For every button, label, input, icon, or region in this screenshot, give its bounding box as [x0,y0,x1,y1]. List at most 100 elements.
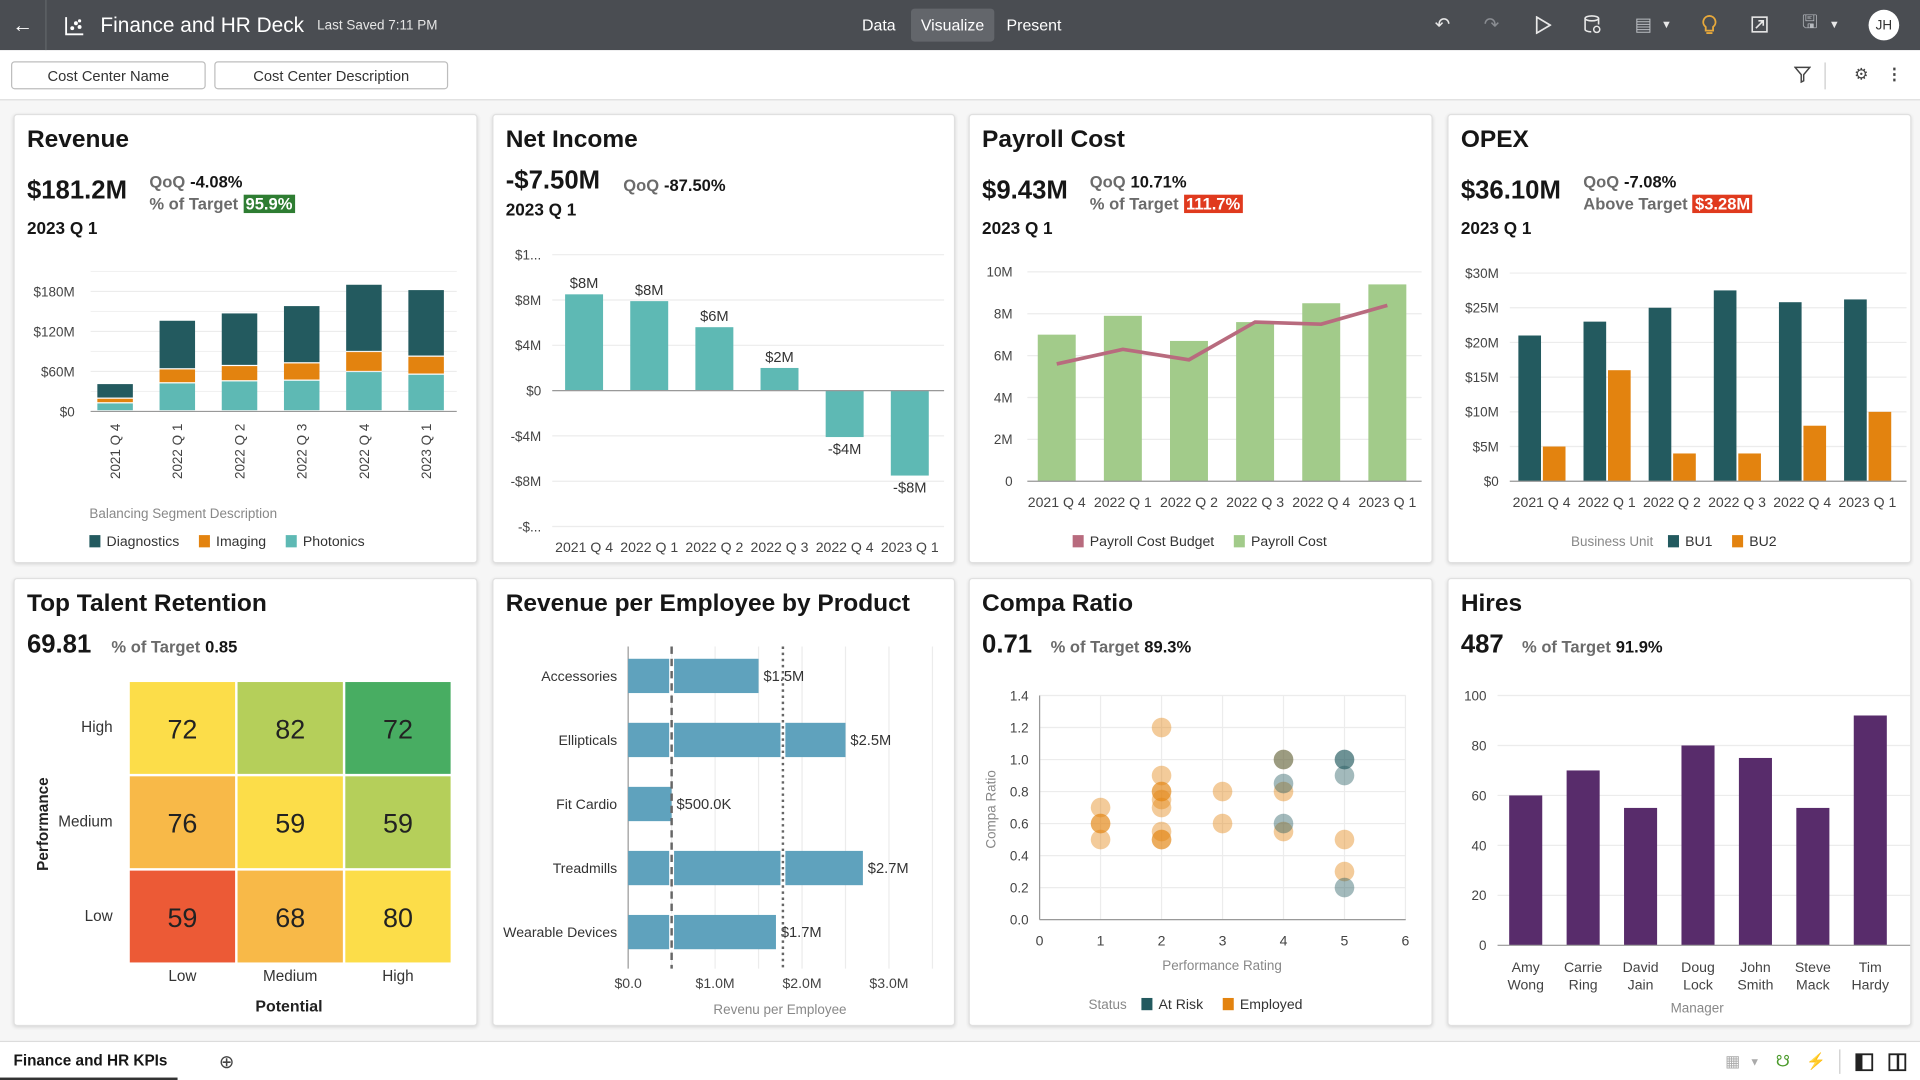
bar [1624,807,1658,946]
right-panel-icon[interactable] [1887,1052,1907,1072]
y-tick-label: $10M [1465,405,1499,420]
save-icon[interactable]: 🖫 [1798,12,1822,36]
compa-ratio-scatter[interactable]: 0 1 2 3 4 5 6 0.0 0.2 0.4 0.6 0.8 1.0 1.2 1.4 Performan… [970,579,1433,1026]
lightbulb-icon[interactable] [1697,12,1721,36]
scatter-point [1334,765,1355,786]
compa-ratio-card[interactable]: Compa Ratio 0.71 % of Target 89.3% 012345… [968,577,1433,1027]
cell-value: 59 [167,903,197,933]
cell-value: 80 [383,903,413,933]
y-tick-label: $20M [1465,335,1499,350]
x-tick-label: 4 [1280,932,1288,948]
y-tick-label: 10M [986,265,1012,280]
y-tick-label: 1.2 [1010,720,1029,735]
x-tick-label: $0.0 [614,975,642,991]
scatter-point [1151,829,1172,850]
net-income-chart[interactable]: $1... $8M $4M $0 -$4M -$8M -$... $8M 2021 Q 4 $8M… [493,115,955,563]
bar-segment [97,384,133,398]
x-category-label: Medium [263,968,317,985]
bar-segment [159,383,196,411]
y-tick-label: -$8M [511,474,542,489]
legend-item: Payroll Cost [1251,533,1327,549]
y-category-label: Medium [58,814,112,831]
add-canvas-icon[interactable]: ⊕ [217,1052,237,1073]
play-icon[interactable] [1531,12,1555,36]
tab-data[interactable]: Data [852,9,905,42]
revenue-per-employee-card[interactable]: Revenue per Employee by Product $1.5M Acc… [492,577,956,1027]
y-tick-label: 0.4 [1010,848,1029,863]
opex-card[interactable]: OPEX $36.10M QoQ -7.08% Above Target $3.28… [1447,113,1912,564]
left-panel-icon[interactable] [1854,1052,1874,1072]
y-tick-label: $4M [515,338,541,353]
last-saved-status: Last Saved 7:11 PM [317,17,438,33]
redo-icon[interactable]: ↷ [1479,12,1503,36]
hires-card[interactable]: Hires 487 % of Target 91.9% 0 20 40 60 80 100 A… [1447,577,1912,1027]
y-tick-label: $1... [515,248,541,263]
revenue-per-employee-chart[interactable]: $1.5MAccessories$2.5MEllipticals$500.0KF… [493,579,955,1026]
layout-grid-icon[interactable]: ▦ [1723,1052,1743,1072]
retention-heatmap[interactable]: 72 82 72 76 59 59 59 68 80 High Medium Low Low Medium… [15,579,478,1026]
x-tick-label: 2023 Q 1 [419,424,434,479]
cell-value: 68 [275,903,305,933]
y-tick-label: 8M [994,307,1013,322]
export-icon[interactable] [1747,12,1771,36]
filter-cost-center-name[interactable]: Cost Center Name [11,61,206,90]
chevron-down-icon[interactable]: ▼ [1745,1052,1765,1072]
filter-icon[interactable] [1793,65,1813,85]
category-label: Wearable Devices [503,924,617,940]
brush-icon[interactable]: ☋ [1773,1052,1793,1072]
opex-chart[interactable]: $0 $5M $10M $15M $20M $25M $30M 2021 Q 4 2022 Q … [1449,115,1912,563]
canvas-tab[interactable]: Finance and HR KPIs [0,1042,178,1080]
y-tick-label: $15M [1465,370,1499,385]
payroll-cost-card[interactable]: Payroll Cost $9.43M QoQ 10.71% % of Targe… [968,113,1433,564]
bar [630,301,669,391]
legend-item: Imaging [216,533,266,549]
divider [1839,1049,1841,1074]
y-tick-label: 0.6 [1010,816,1029,831]
bar [1170,340,1208,482]
x-tick-label: Jain [1628,976,1654,992]
payroll-cost-chart[interactable]: 0 2M 4M 6M 8M 10M 2021 Q 4 2022 Q 1 2022 Q 2 2022… [970,115,1433,563]
x-tick-label: Ring [1569,976,1598,992]
tab-visualize[interactable]: Visualize [911,8,995,42]
lightning-icon[interactable]: ⚡ [1806,1052,1826,1072]
avatar[interactable]: JH [1868,9,1900,41]
x-tick-label: Hardy [1852,976,1891,992]
refresh-data-icon[interactable] [1580,12,1604,36]
tab-present[interactable]: Present [997,9,1071,42]
back-arrow-icon[interactable]: ← [12,0,33,50]
bar [1713,290,1737,482]
bar [1302,303,1341,482]
bar [1103,315,1142,482]
x-tick-label: 2022 Q 4 [1773,494,1831,510]
x-tick-label: 2022 Q 4 [357,423,372,479]
revenue-chart[interactable]: $0 $60M $120M $180M 2021 Q 4 2022 Q 1 2022 Q 2… [15,115,478,563]
legend-swatch [1141,997,1153,1011]
x-tick-label: 2022 Q 3 [295,424,310,479]
scatter-point [1212,781,1233,802]
bar [890,390,929,476]
more-options-icon[interactable]: ⋮ [1884,65,1904,85]
x-tick-label: Wong [1507,976,1544,992]
top-talent-retention-card[interactable]: Top Talent Retention 69.81 % of Target 0.… [13,577,478,1027]
undo-icon[interactable]: ↶ [1430,12,1454,36]
x-tick-label: 2022 Q 2 [685,539,743,555]
revenue-card[interactable]: Revenue $181.2M QoQ -4.08% % of Target 95.… [13,113,478,564]
y-tick-label: 2M [994,432,1013,447]
comment-icon[interactable]: ▤ [1631,12,1655,36]
cell-value: 59 [383,809,413,839]
legend-item: BU1 [1685,533,1713,549]
y-tick-label: 0.0 [1010,912,1029,927]
y-tick-label: 6M [994,348,1013,363]
hires-chart[interactable]: 0 20 40 60 80 100 AmyWong CarrieRing DavidJain Do… [1449,579,1912,1026]
bar-segment [408,374,444,411]
net-income-card[interactable]: Net Income -$7.50M QoQ -87.50% 2023 Q 1 $… [492,113,956,564]
canvas-settings-icon[interactable]: ⚙ [1851,65,1871,85]
x-tick-label: Carrie [1564,959,1603,975]
y-tick-label: 1.4 [1010,688,1029,703]
chevron-down-icon[interactable]: ▼ [1822,12,1846,36]
bar [1738,757,1772,946]
data-label: $2.5M [850,733,891,749]
chevron-down-icon[interactable]: ▼ [1654,12,1678,36]
y-tick-label: 80 [1472,738,1487,753]
filter-cost-center-description[interactable]: Cost Center Description [214,61,449,90]
